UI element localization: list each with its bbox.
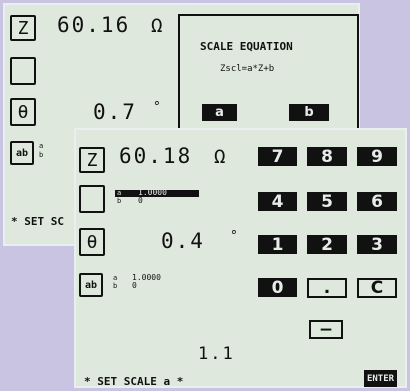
z-param-button[interactable]: Z bbox=[10, 15, 36, 41]
scale-title: SCALE EQUATION bbox=[200, 40, 293, 53]
ab-param-button[interactable]: ab bbox=[79, 273, 103, 297]
key-7[interactable]: 7 bbox=[258, 147, 297, 167]
ab-param-button[interactable]: ab bbox=[10, 141, 34, 165]
ab-label: ab bbox=[15, 147, 29, 159]
z-value: 60.18 bbox=[119, 144, 193, 168]
row2-value-b: 0 bbox=[138, 196, 143, 205]
key-clear[interactable]: C bbox=[357, 278, 397, 298]
ab-sub-a: a bbox=[113, 274, 118, 282]
ab-sub-b: b bbox=[39, 151, 44, 159]
z-unit: Ω bbox=[214, 146, 226, 168]
theta-label: θ bbox=[86, 231, 98, 253]
ab-label: ab bbox=[84, 279, 98, 291]
theta-unit: ° bbox=[153, 100, 161, 115]
key-0[interactable]: 0 bbox=[258, 278, 297, 298]
key-b[interactable]: b bbox=[289, 104, 329, 121]
entry-value: 1.1 bbox=[198, 344, 235, 364]
status-text: * SET SCALE a * bbox=[84, 375, 184, 388]
empty-param-button[interactable] bbox=[10, 57, 36, 85]
theta-param-button[interactable]: θ bbox=[10, 98, 36, 126]
key-2[interactable]: 2 bbox=[307, 235, 347, 255]
ab-value-b: 0 bbox=[132, 281, 137, 290]
key-1[interactable]: 1 bbox=[258, 235, 297, 255]
theta-param-button[interactable]: θ bbox=[79, 228, 105, 256]
theta-unit: ° bbox=[230, 229, 238, 244]
key-6[interactable]: 6 bbox=[357, 192, 397, 212]
theta-value: 0.4 bbox=[161, 229, 205, 253]
row2-sub-a: a bbox=[117, 189, 122, 197]
z-unit: Ω bbox=[151, 15, 163, 37]
key-5[interactable]: 5 bbox=[307, 192, 347, 212]
scale-equation-panel: SCALE EQUATION Zscl=a*Z+b a b bbox=[178, 14, 359, 144]
scale-formula: Zscl=a*Z+b bbox=[220, 64, 275, 74]
z-label: Z bbox=[17, 17, 29, 39]
key-a[interactable]: a bbox=[202, 104, 237, 121]
z-value: 60.16 bbox=[57, 13, 131, 37]
enter-button[interactable]: ENTER bbox=[364, 370, 397, 387]
key-9[interactable]: 9 bbox=[357, 147, 397, 167]
empty-param-button[interactable] bbox=[79, 185, 105, 213]
key-4[interactable]: 4 bbox=[258, 192, 297, 212]
front-screen: Z 60.18 Ω a b 1.0000 0 θ 0.4 ° ab a b 1.… bbox=[74, 128, 407, 388]
z-label: Z bbox=[86, 149, 98, 171]
key-decimal[interactable]: . bbox=[307, 278, 347, 298]
row2-sub-b: b bbox=[117, 197, 122, 205]
key-8[interactable]: 8 bbox=[307, 147, 347, 167]
ab-sub-a: a bbox=[39, 142, 44, 150]
status-text: * SET SC bbox=[11, 215, 64, 228]
ab-sub-b: b bbox=[113, 282, 118, 290]
key-minus[interactable]: − bbox=[309, 320, 343, 340]
key-3[interactable]: 3 bbox=[357, 235, 397, 255]
theta-value: 0.7 bbox=[93, 100, 137, 124]
theta-label: θ bbox=[17, 101, 29, 123]
z-param-button[interactable]: Z bbox=[79, 147, 105, 173]
